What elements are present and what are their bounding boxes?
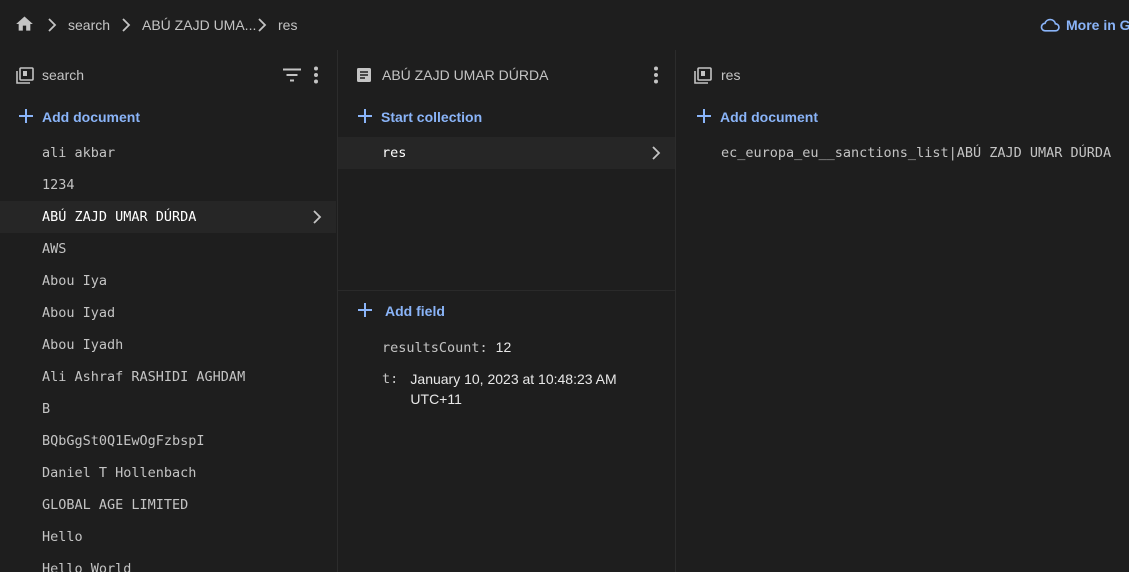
list-item-label: Abou Iyadh: [42, 337, 124, 353]
list-item[interactable]: B: [0, 393, 336, 425]
breadcrumb-bar: search ABÚ ZAJD UMA... res More in G: [0, 0, 1129, 50]
more-in-console-label: More in G: [1066, 17, 1129, 34]
field-results-count[interactable]: resultsCount: 12: [382, 339, 511, 356]
start-collection-label: Start collection: [381, 109, 483, 125]
list-item[interactable]: BQbGgSt0Q1EwOgFzbspI: [0, 425, 336, 457]
cloud-icon: [1040, 19, 1060, 32]
field-value: 12: [495, 339, 512, 355]
add-field-label: Add field: [385, 303, 445, 319]
list-item[interactable]: GLOBAL AGE LIMITED: [0, 489, 336, 521]
chevron-right-icon: [46, 17, 58, 33]
plus-icon: [18, 108, 34, 127]
collection-panel: search Add document ali akbar 1234 ABÚ ZAJ…: [0, 50, 336, 572]
list-item-label: 1234: [42, 177, 75, 193]
list-item[interactable]: ec_europa_eu__sanctions_list|ABÚ ZAJD UM…: [676, 137, 1129, 169]
chevron-right-icon: [651, 146, 661, 164]
list-item[interactable]: Abou Iya: [0, 265, 336, 297]
list-item[interactable]: AWS: [0, 233, 336, 265]
list-item[interactable]: Ali Ashraf RASHIDI AGHDAM: [0, 361, 336, 393]
more-vert-icon[interactable]: [652, 66, 660, 87]
subcollection-panel-header: res: [676, 64, 1129, 86]
collection-title: search: [42, 67, 85, 83]
plus-icon: [357, 108, 373, 127]
home-icon[interactable]: [14, 14, 35, 37]
list-item[interactable]: ABÚ ZAJD UMAR DÚRDA: [0, 201, 336, 233]
list-item-label: Ali Ashraf RASHIDI AGHDAM: [42, 369, 246, 385]
collection-panel-header: search: [0, 64, 336, 86]
list-item[interactable]: Hello: [0, 521, 336, 553]
list-item-label: ABÚ ZAJD UMAR DÚRDA: [42, 209, 197, 225]
breadcrumb-item-search[interactable]: search: [68, 17, 110, 33]
list-item-label: Daniel T Hollenbach: [42, 465, 197, 481]
list-item-label: Abou Iya: [42, 273, 108, 289]
subcollection-item-res[interactable]: res: [338, 137, 675, 169]
document-id: ec_europa_eu__sanctions_list|ABÚ ZAJD UM…: [721, 145, 1112, 161]
list-item-label: ali akbar: [42, 145, 116, 161]
list-item-label: Hello: [42, 529, 83, 545]
list-item-label: BQbGgSt0Q1EwOgFzbspI: [42, 433, 205, 449]
collection-icon: [16, 67, 34, 87]
breadcrumb-item-document[interactable]: ABÚ ZAJD UMA...: [142, 17, 256, 33]
list-item[interactable]: Abou Iyad: [0, 297, 336, 329]
field-value-line2: UTC+11: [410, 391, 462, 407]
breadcrumb-item-res[interactable]: res: [278, 17, 297, 33]
subcollection-title: res: [721, 67, 741, 83]
chevron-right-icon: [312, 210, 322, 228]
plus-icon: [357, 302, 373, 321]
list-item-label: Abou Iyad: [42, 305, 116, 321]
filter-icon[interactable]: [283, 68, 301, 85]
list-item[interactable]: Abou Iyadh: [0, 329, 336, 361]
add-document-label: Add document: [720, 109, 818, 125]
list-item[interactable]: ali akbar: [0, 137, 336, 169]
plus-icon: [696, 108, 712, 127]
list-item[interactable]: Daniel T Hollenbach: [0, 457, 336, 489]
field-value: January 10, 2023 at 10:48:23 AM UTC+11: [410, 369, 616, 409]
chevron-right-icon: [120, 17, 132, 33]
field-key: t:: [382, 371, 399, 387]
list-item-label: Hello World: [42, 561, 132, 572]
list-item-label: GLOBAL AGE LIMITED: [42, 497, 189, 513]
subcollection-label: res: [382, 145, 407, 161]
more-in-console-link[interactable]: More in G: [1040, 16, 1129, 33]
chevron-right-icon: [256, 17, 268, 33]
list-item-label: AWS: [42, 241, 67, 257]
list-item[interactable]: 1234: [0, 169, 336, 201]
collection-icon: [694, 67, 712, 87]
document-title: ABÚ ZAJD UMAR DÚRDA: [382, 67, 549, 83]
document-panel-header: ABÚ ZAJD UMAR DÚRDA: [338, 64, 675, 86]
document-icon: [356, 67, 372, 86]
panel-divider: [338, 290, 675, 291]
subcollection-panel: res Add document ec_europa_eu__sanctions…: [675, 50, 1129, 572]
add-document-label: Add document: [42, 109, 140, 125]
field-key: resultsCount:: [382, 340, 488, 356]
field-t[interactable]: t: January 10, 2023 at 10:48:23 AM UTC+11: [382, 371, 617, 409]
list-item-label: B: [42, 401, 51, 417]
field-value-line1: January 10, 2023 at 10:48:23 AM: [410, 371, 617, 387]
document-panel: ABÚ ZAJD UMAR DÚRDA Start collection res…: [337, 50, 675, 572]
more-vert-icon[interactable]: [312, 66, 320, 87]
list-item[interactable]: Hello World: [0, 553, 336, 572]
